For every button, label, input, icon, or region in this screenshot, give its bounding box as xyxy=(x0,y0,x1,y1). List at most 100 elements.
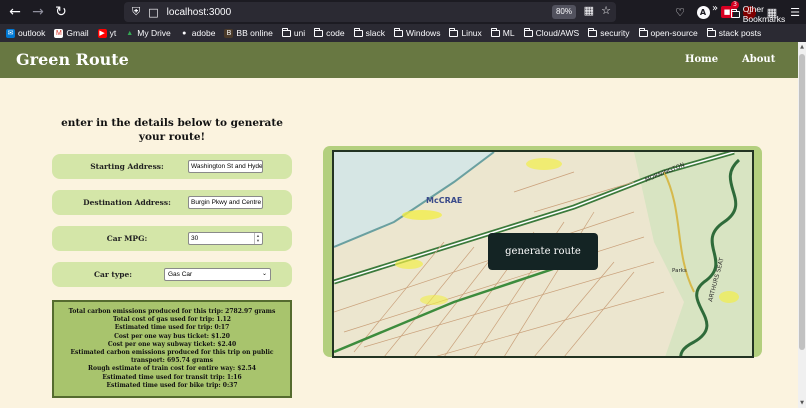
car-type-row: Car type: Gas Car ⌄ xyxy=(52,262,292,287)
bookmark-label: Linux xyxy=(461,28,482,38)
pocket-icon[interactable]: ♡ xyxy=(672,4,688,20)
bookmark-2[interactable]: ▶ yt xyxy=(97,28,117,38)
youtube-icon: ▶ xyxy=(97,28,107,38)
nav-home[interactable]: Home xyxy=(685,54,718,65)
bookmark-8[interactable]: slack xyxy=(353,27,385,38)
bookmark-label: uni xyxy=(293,28,306,38)
bookmark-label: Windows xyxy=(405,28,441,38)
bookmark-6[interactable]: uni xyxy=(281,27,306,38)
result-line: Estimated time used for trip: 0:17 xyxy=(114,324,230,332)
bookmark-label: BB online xyxy=(236,28,273,38)
bb-icon: B xyxy=(224,28,234,38)
bookmark-14[interactable]: open-source xyxy=(638,27,698,38)
bookmark-12[interactable]: Cloud/AWS xyxy=(523,27,580,38)
page: Green Route Home About enter in the deta… xyxy=(0,42,798,408)
folder-icon xyxy=(449,27,459,37)
mpg-stepper-icon[interactable]: ▲ ▼ xyxy=(254,233,261,244)
bookmark-label: outlook xyxy=(18,28,46,38)
result-line: Cost per one way bus ticket: $1.20 xyxy=(114,332,230,340)
folder-icon xyxy=(393,27,403,37)
bookmark-15[interactable]: stack posts xyxy=(706,27,762,38)
reload-icon[interactable]: ↻ xyxy=(50,1,72,23)
bookmark-label: slack xyxy=(365,28,385,38)
car-mpg-input[interactable]: 30 ▲ ▼ xyxy=(188,232,263,245)
address-bar[interactable]: ⛨ □ localhost:3000 80% ▦ ☆ xyxy=(124,2,616,22)
car-mpg-row: Car MPG: 30 ▲ ▼ xyxy=(52,226,292,251)
starting-address-label: Starting Address: xyxy=(90,162,164,171)
scroll-down-icon[interactable]: ▼ xyxy=(799,400,805,406)
folder-icon xyxy=(731,8,740,18)
nav-about[interactable]: About xyxy=(742,54,775,65)
scroll-up-icon[interactable]: ▲ xyxy=(799,44,805,50)
result-line: Total cost of gas used for trip: 1.12 xyxy=(113,316,231,324)
destination-address-input[interactable]: Burgin Pkwy and Centre xyxy=(188,196,263,209)
bookmark-11[interactable]: ML xyxy=(490,27,515,38)
folder-icon xyxy=(706,27,716,37)
folder-icon xyxy=(314,27,324,37)
shield-icon[interactable]: ⛨ xyxy=(132,5,140,19)
url-text[interactable]: localhost:3000 xyxy=(167,7,232,18)
zoom-level[interactable]: 80% xyxy=(551,5,576,19)
folder-icon xyxy=(638,27,648,37)
results-panel: Total carbon emissions produced for this… xyxy=(52,300,292,398)
bookmark-label: code xyxy=(326,28,345,38)
car-type-select[interactable]: Gas Car ⌄ xyxy=(164,268,271,281)
result-line: Estimated time used for bike trip: 0:37 xyxy=(106,381,238,389)
folder-icon xyxy=(353,27,363,37)
bookmark-13[interactable]: security xyxy=(588,27,630,38)
site-header: Green Route Home About xyxy=(0,42,798,78)
other-bookmarks-label: Other Bookmarks xyxy=(742,4,786,24)
destination-address-row: Destination Address: Burgin Pkwy and Cen… xyxy=(52,190,292,215)
bookmark-star-icon[interactable]: ☆ xyxy=(601,4,611,17)
result-line: Estimated carbon emissions produced for … xyxy=(70,349,274,365)
globe-icon: ● xyxy=(182,29,187,37)
outlook-icon: ✉ xyxy=(6,28,15,38)
folder-icon xyxy=(281,27,291,37)
bookmark-1[interactable]: M Gmail xyxy=(54,28,89,38)
grid-icon[interactable]: ▦ xyxy=(584,4,594,17)
starting-address-row: Starting Address: Washington St and Hyde xyxy=(52,154,292,179)
generate-route-button[interactable]: generate route xyxy=(488,233,598,270)
bookmark-9[interactable]: Windows xyxy=(393,27,441,38)
bookmarks-overflow-icon[interactable]: » xyxy=(712,3,718,14)
bookmarks-bar: ✉ outlook M Gmail ▶ yt ▲ My Drive ● adobe B BB onli… xyxy=(0,24,806,42)
folder-icon xyxy=(588,27,598,37)
other-bookmarks[interactable]: Other Bookmarks xyxy=(731,4,806,24)
page-scrollbar[interactable]: ▲ ▼ xyxy=(798,42,806,408)
scroll-thumb[interactable] xyxy=(799,54,805,350)
car-type-label: Car type: xyxy=(94,270,132,279)
bookmark-label: ML xyxy=(502,28,515,38)
bookmark-label: open-source xyxy=(650,28,698,38)
account-icon[interactable]: A xyxy=(695,4,711,20)
browser-toolbar: ← → ↻ ⛨ □ localhost:3000 80% ▦ ☆ ♡ A ■ 3… xyxy=(0,0,806,24)
back-icon[interactable]: ← xyxy=(4,1,26,23)
forward-icon[interactable]: → xyxy=(27,1,49,23)
bookmark-label: yt xyxy=(109,28,117,38)
folder-icon xyxy=(523,27,533,37)
car-mpg-value: 30 xyxy=(191,235,199,242)
bookmark-label: stack posts xyxy=(718,28,762,38)
gmail-icon: M xyxy=(54,28,64,38)
bookmark-label: security xyxy=(600,28,630,38)
bookmark-10[interactable]: Linux xyxy=(449,27,482,38)
map-label-parks: Parks xyxy=(672,268,687,274)
bookmark-3[interactable]: ▲ My Drive xyxy=(125,28,171,38)
bookmark-label: adobe xyxy=(191,28,216,38)
folder-icon xyxy=(490,27,500,37)
destination-address-label: Destination Address: xyxy=(83,198,171,207)
bookmark-label: My Drive xyxy=(137,28,171,38)
drive-icon: ▲ xyxy=(126,29,134,37)
map-label-mccrae: McCRAE xyxy=(426,196,462,205)
brand-title[interactable]: Green Route xyxy=(16,50,129,69)
bookmark-label: Gmail xyxy=(66,28,89,38)
bookmark-5[interactable]: B BB online xyxy=(224,28,273,38)
bookmark-4[interactable]: ● adobe xyxy=(180,28,216,38)
starting-address-input[interactable]: Washington St and Hyde xyxy=(188,160,263,173)
result-line: Rough estimate of train cost for entire … xyxy=(87,365,257,373)
chevron-down-icon: ⌄ xyxy=(261,271,267,277)
bookmark-7[interactable]: code xyxy=(314,27,345,38)
result-line: Total carbon emissions produced for this… xyxy=(68,308,276,315)
bookmark-0[interactable]: ✉ outlook xyxy=(6,28,45,38)
bookmark-label: Cloud/AWS xyxy=(535,28,580,38)
car-mpg-label: Car MPG: xyxy=(106,234,148,243)
